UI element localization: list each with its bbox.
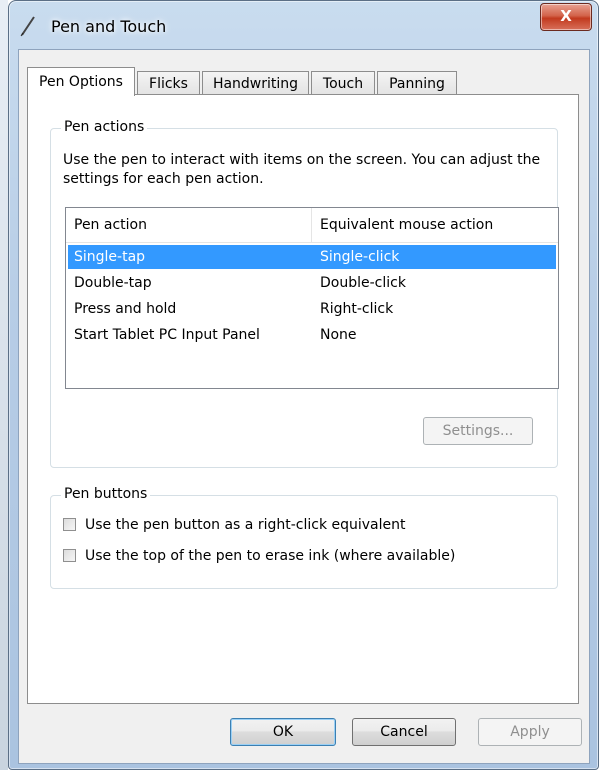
list-row[interactable]: Single-tap Single-click	[68, 245, 556, 269]
list-row[interactable]: Double-tap Double-click	[68, 271, 556, 295]
pen-buttons-group: Pen buttons Use the pen button as a righ…	[50, 486, 558, 589]
right-click-checkbox[interactable]	[63, 518, 76, 531]
pen-actions-group-label: Pen actions	[61, 119, 148, 135]
right-click-label[interactable]: Use the pen button as a right-click equi…	[85, 514, 406, 536]
pen-actions-group: Pen actions Use the pen to interact with…	[50, 119, 559, 468]
close-button[interactable]: X	[540, 3, 592, 31]
apply-button[interactable]: Apply	[478, 718, 582, 746]
list-header: Pen action Equivalent mouse action	[66, 208, 558, 243]
pen-actions-list[interactable]: Pen action Equivalent mouse action Singl…	[65, 207, 559, 389]
mouse-action-cell: Double-click	[320, 275, 406, 291]
tab-panel-pen-options: Pen actions Use the pen to interact with…	[27, 94, 579, 704]
tab-touch[interactable]: Touch	[311, 71, 375, 95]
background-edge	[0, 0, 8, 770]
list-row[interactable]: Start Tablet PC Input Panel None	[68, 323, 556, 347]
title-bar[interactable]: Pen and Touch X	[9, 1, 598, 47]
column-header-pen-action[interactable]: Pen action	[66, 208, 312, 242]
settings-button[interactable]: Settings...	[423, 417, 533, 445]
tab-panning[interactable]: Panning	[377, 71, 457, 95]
pen-and-touch-dialog: Pen and Touch X Pen Options Flicks Handw…	[8, 0, 599, 770]
pen-buttons-group-label: Pen buttons	[61, 486, 151, 502]
pen-icon	[20, 16, 35, 37]
list-row[interactable]: Press and hold Right-click	[68, 297, 556, 321]
erase-ink-checkbox[interactable]	[63, 549, 76, 562]
ok-button[interactable]: OK	[230, 718, 336, 746]
tab-handwriting[interactable]: Handwriting	[202, 71, 309, 95]
pen-actions-description: Use the pen to interact with items on th…	[63, 152, 541, 187]
mouse-action-cell: Single-click	[320, 249, 400, 265]
window-title: Pen and Touch	[51, 17, 167, 36]
mouse-action-cell: Right-click	[320, 301, 394, 317]
cancel-button[interactable]: Cancel	[352, 718, 456, 746]
erase-ink-label[interactable]: Use the top of the pen to erase ink (whe…	[85, 545, 455, 567]
pen-action-cell: Double-tap	[74, 275, 152, 291]
pen-action-cell: Press and hold	[74, 301, 177, 317]
mouse-action-cell: None	[320, 327, 357, 343]
column-header-mouse-action[interactable]: Equivalent mouse action	[312, 208, 558, 242]
tab-flicks[interactable]: Flicks	[137, 71, 200, 95]
tab-pen-options[interactable]: Pen Options	[27, 67, 135, 96]
pen-action-cell: Start Tablet PC Input Panel	[74, 327, 260, 343]
dialog-client-area: Pen Options Flicks Handwriting Touch Pan…	[18, 49, 590, 764]
pen-action-cell: Single-tap	[74, 249, 146, 265]
